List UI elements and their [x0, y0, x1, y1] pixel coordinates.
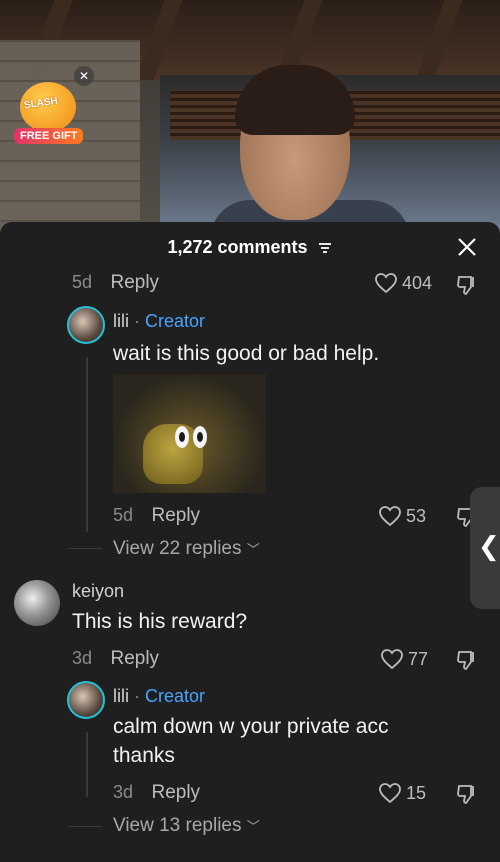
free-gift-badge[interactable]: SLASH FREE GIFT ✕	[6, 66, 94, 150]
gif-attachment[interactable]	[113, 374, 266, 493]
chevron-down-icon: ﹀	[246, 542, 260, 557]
reply-text: wait is this good or bad help.	[113, 342, 380, 365]
reply-button[interactable]: Reply	[110, 648, 159, 669]
author-name[interactable]: lili	[113, 686, 129, 706]
heart-icon	[379, 783, 401, 804]
reply-button[interactable]: Reply	[110, 272, 159, 293]
like-count: 53	[406, 505, 427, 526]
view-replies-line	[68, 548, 102, 549]
reply-text-line: thanks	[113, 744, 175, 767]
comment-footer: 3d Reply	[72, 648, 159, 670]
gif-eye	[193, 426, 207, 448]
video-background[interactable]: SLASH FREE GIFT ✕	[0, 0, 500, 240]
chevron-down-icon: ﹀	[246, 819, 260, 834]
comments-count: 1,272 comments	[167, 237, 308, 257]
view-replies-button[interactable]: View 22 replies ﹀	[113, 538, 260, 560]
reply-footer: 5d Reply	[113, 505, 200, 527]
avatar[interactable]	[67, 306, 105, 344]
view-replies-line	[68, 826, 102, 827]
thread-line	[86, 732, 88, 797]
close-icon[interactable]	[454, 234, 480, 260]
dislike-icon[interactable]	[456, 783, 478, 805]
avatar[interactable]	[14, 580, 60, 626]
heart-icon	[381, 649, 403, 670]
like-count: 15	[406, 782, 427, 803]
comment-author[interactable]: keiyon	[72, 581, 124, 602]
reply-age: 5d	[113, 505, 134, 525]
reply-text: calm down w your private acc thanks	[113, 712, 388, 770]
reply-button[interactable]: Reply	[151, 782, 200, 803]
gift-close-button[interactable]: ✕	[74, 66, 94, 86]
reply-footer: 3d Reply	[113, 782, 200, 804]
heart-icon	[379, 506, 401, 527]
creator-badge: Creator	[145, 686, 206, 706]
like-count: 404	[402, 272, 433, 293]
comment-age: 5d	[72, 272, 93, 292]
reply-age: 3d	[113, 782, 134, 802]
chevron-left-icon: ❮	[478, 531, 500, 561]
view-replies-button[interactable]: View 13 replies ﹀	[113, 815, 260, 837]
filter-icon[interactable]	[317, 241, 333, 255]
like-button[interactable]: 15	[378, 782, 426, 804]
separator-dot: ·	[134, 311, 141, 331]
comments-title: 1,272 comments	[0, 237, 500, 258]
comments-panel: 1,272 comments 5d Reply 404 lili · Creat…	[0, 222, 500, 862]
comments-header: 1,272 comments	[0, 222, 500, 274]
gift-label: FREE GIFT	[14, 128, 84, 144]
reply-text-line: calm down w your private acc	[113, 715, 389, 738]
reply-button[interactable]: Reply	[151, 505, 200, 526]
avatar[interactable]	[67, 681, 105, 719]
author-name[interactable]: lili	[113, 311, 129, 331]
view-replies-label[interactable]: View 22 replies	[113, 538, 242, 559]
like-count: 77	[408, 648, 429, 669]
dislike-icon[interactable]	[456, 649, 478, 671]
heart-icon	[375, 273, 397, 294]
side-panel-tab[interactable]: ❮	[470, 487, 500, 609]
gif-eye	[175, 426, 189, 448]
like-button[interactable]: 53	[378, 505, 426, 527]
reply-author[interactable]: lili · Creator	[113, 686, 205, 707]
comment-age: 3d	[72, 648, 93, 668]
separator-dot: ·	[134, 686, 141, 706]
comment-footer: 5d Reply	[72, 272, 159, 294]
like-button[interactable]: 77	[380, 648, 428, 670]
creator-badge: Creator	[145, 311, 206, 331]
thread-line	[86, 357, 88, 532]
like-button[interactable]: 404	[374, 272, 432, 294]
comment-text: This is his reward?	[72, 610, 248, 633]
dislike-icon[interactable]	[456, 274, 478, 296]
view-replies-label[interactable]: View 13 replies	[113, 815, 242, 836]
reply-author[interactable]: lili · Creator	[113, 311, 205, 332]
